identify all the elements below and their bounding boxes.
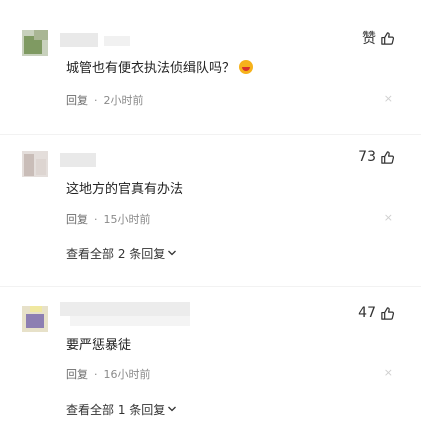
comment-meta: 回复 · 16小时前 [66,366,151,382]
username-blurred-extra [104,36,130,46]
avatar[interactable] [22,151,48,177]
like-label: 赞 [362,31,376,47]
username-blurred [60,153,96,167]
divider [0,286,421,287]
thumbs-up-icon [380,150,395,165]
close-icon[interactable]: × [384,366,393,379]
laughing-emoji-icon [239,60,254,74]
reply-button[interactable]: 回复 [66,213,88,226]
reply-button[interactable]: 回复 [66,94,88,107]
chevron-down-icon [167,403,177,417]
comment-text: 这地方的官真有办法 [66,182,184,197]
view-replies-label: 查看全部 1 条回复 [66,403,166,417]
thumbs-up-icon [380,306,395,321]
separator-dot: · [94,213,98,226]
username-blurred-extra [70,316,190,326]
chevron-down-icon [167,247,177,261]
avatar[interactable] [22,306,48,332]
comment-meta: 回复 · 15小时前 [66,211,151,227]
comment-text: 城管也有便衣执法侦缉队吗？ [66,57,254,76]
like-button[interactable]: 赞 [362,28,395,48]
timestamp: 2小时前 [103,94,144,107]
view-all-replies-link[interactable]: 查看全部 2 条回复 [66,245,177,262]
comment-text: 要严惩暴徒 [66,338,132,353]
avatar[interactable] [22,30,48,56]
separator-dot: · [94,94,98,107]
timestamp: 15小时前 [103,213,151,226]
reply-button[interactable]: 回复 [66,368,88,381]
view-all-replies-link[interactable]: 查看全部 1 条回复 [66,401,177,418]
close-icon[interactable]: × [384,92,393,105]
username-blurred [60,302,190,316]
view-replies-label: 查看全部 2 条回复 [66,247,166,261]
comment-text-content: 城管也有便衣执法侦缉队吗？ [66,61,236,76]
like-count: 47 [358,305,376,321]
close-icon[interactable]: × [384,211,393,224]
username-blurred [60,33,98,47]
like-count: 73 [358,149,376,165]
timestamp: 16小时前 [103,368,151,381]
divider [0,134,421,135]
like-button[interactable]: 47 [358,305,395,321]
like-button[interactable]: 73 [358,149,395,165]
comment-meta: 回复 · 2小时前 [66,92,144,108]
thumbs-up-icon [380,31,395,46]
separator-dot: · [94,368,98,381]
